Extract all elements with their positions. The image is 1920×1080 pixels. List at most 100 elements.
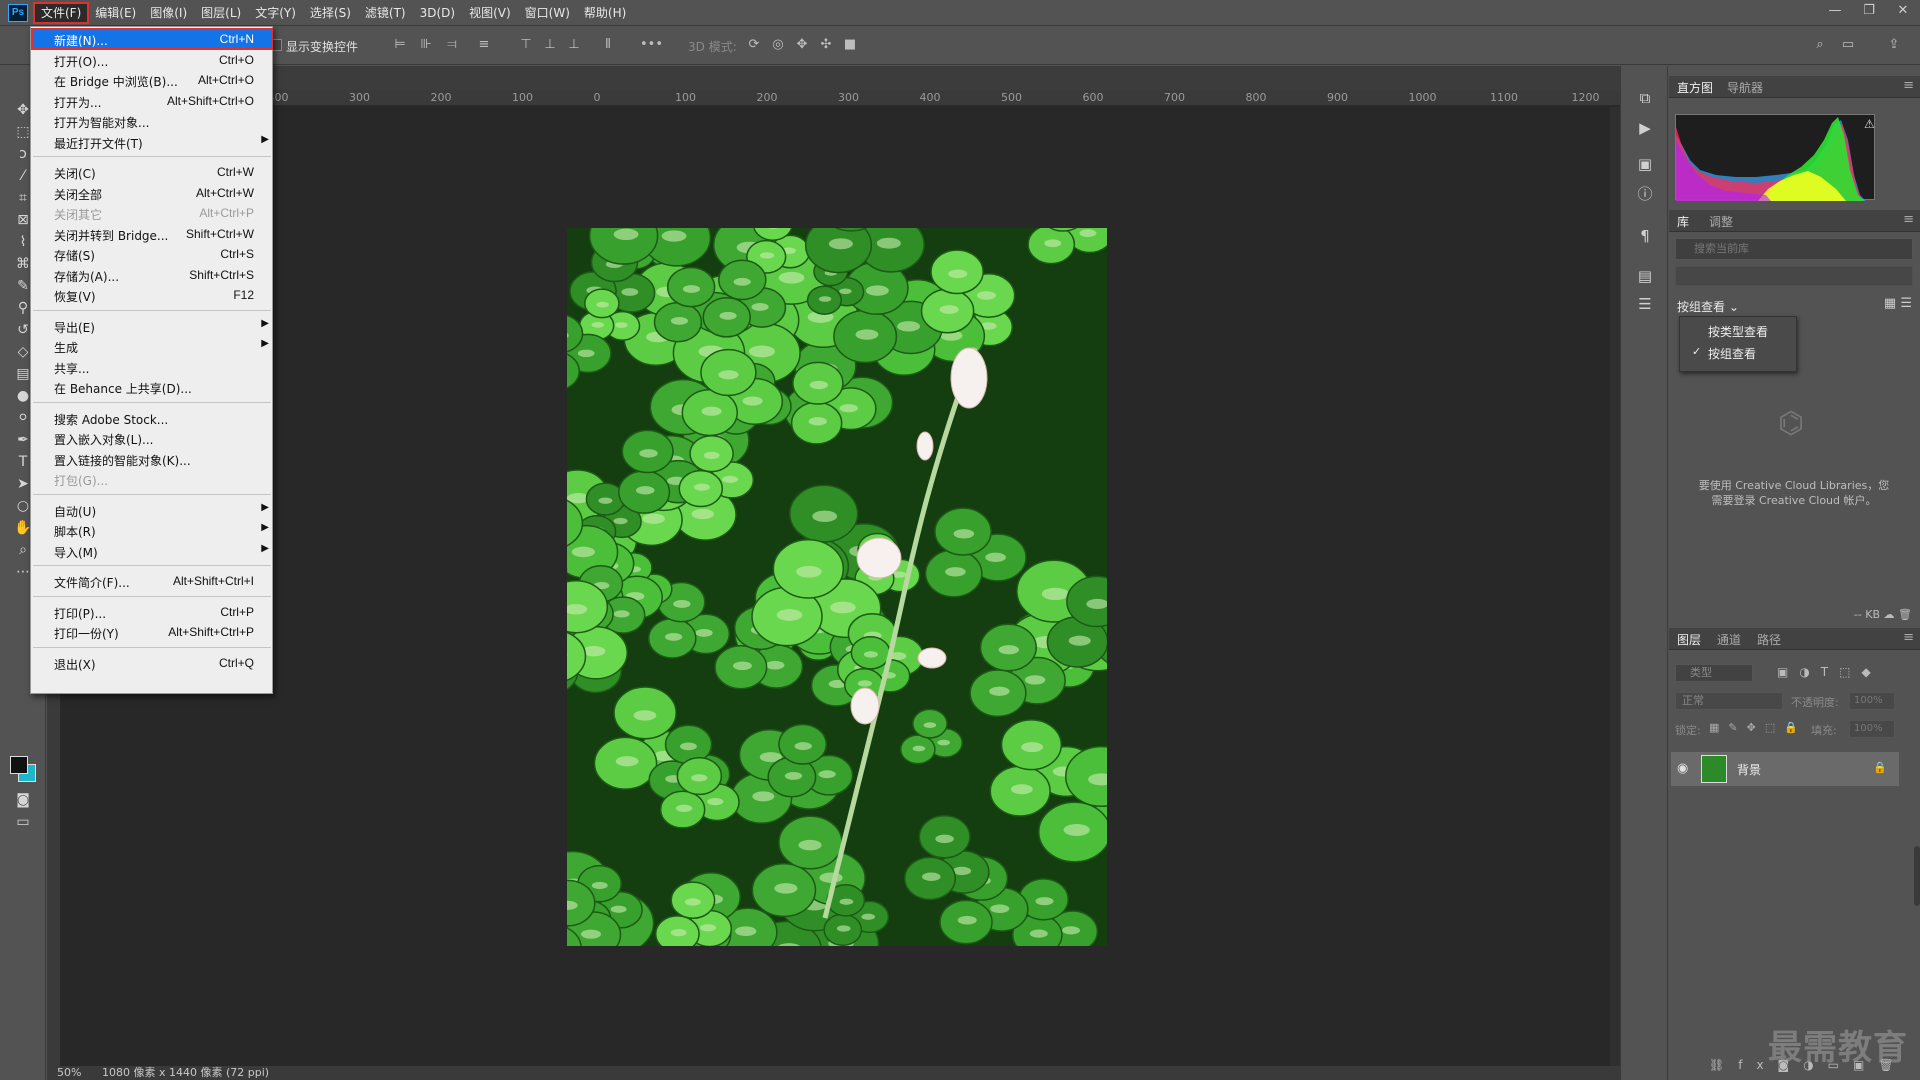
file-menu-item[interactable]: 恢复(V) F12 [32,285,272,305]
distribute-icon[interactable]: ≡ [476,37,492,53]
menu-help[interactable]: 帮助(H) [577,3,633,23]
3d-pan-icon[interactable]: ✥ [794,37,810,53]
tab-histogram[interactable]: 直方图 [1677,79,1713,96]
file-menu-item[interactable]: 在 Behance 上共享(D)... [32,377,272,397]
character-icon[interactable]: ¶ [1635,226,1655,246]
more-options-icon[interactable]: ••• [640,37,663,53]
file-menu-item[interactable]: 存储为(A)... Shift+Ctrl+S [32,265,272,285]
menu-3d[interactable]: 3D(D) [413,3,462,23]
menu-filter[interactable]: 滤镜(T) [358,3,413,23]
tab-libraries[interactable]: 库 [1677,213,1689,230]
align-center-icon[interactable]: ⊪ [418,37,434,53]
align-middle-icon[interactable]: ⊥ [542,37,558,53]
menu-file[interactable]: 文件(F) [32,1,90,24]
foreground-color-swatch[interactable] [10,756,28,774]
fill-input[interactable]: 100% [1849,720,1895,738]
cache-warning-icon[interactable]: ⚠ [1864,117,1875,131]
close-button[interactable]: ✕ [1886,0,1920,22]
tab-adjustments[interactable]: 调整 [1709,213,1733,230]
file-menu-item[interactable]: 置入链接的智能对象(K)... [32,449,272,469]
menu-window[interactable]: 窗口(W) [518,3,577,23]
file-menu-item[interactable]: 文件简介(F)... Alt+Shift+Ctrl+I [32,571,272,591]
document-image[interactable] [567,228,1107,946]
file-menu-item[interactable]: 打开为智能对象... [32,111,272,131]
menu-image[interactable]: 图像(I) [143,3,194,23]
search-icon[interactable]: ⌕ [1812,37,1828,53]
panel-menu-icon[interactable]: ≡ [1903,212,1914,227]
tab-paths[interactable]: 路径 [1757,631,1781,648]
3d-camera-icon[interactable]: ■ [842,37,858,53]
file-menu-item[interactable]: 关闭(C) Ctrl+W [32,162,272,182]
panel-menu-icon[interactable]: ≡ [1903,630,1914,645]
file-menu-item[interactable]: 自动(U) ▶ [32,500,272,520]
align-left-icon[interactable]: ⊨ [392,37,408,53]
align-top-icon[interactable]: ⊤ [518,37,534,53]
file-menu-item[interactable]: 打印(P)... Ctrl+P [32,602,272,622]
tab-channels[interactable]: 通道 [1717,631,1741,648]
layer-filter-select[interactable]: 类型 [1675,664,1753,682]
menu-type[interactable]: 文字(Y) [248,3,303,23]
vertical-scrollbar[interactable] [1610,107,1620,1070]
file-menu-item[interactable]: 生成 ▶ [32,336,272,356]
file-menu-item[interactable]: 退出(X) Ctrl+Q [32,653,272,673]
info-icon[interactable]: ⓘ [1635,184,1655,204]
lock-icons[interactable]: ▦✎✥⬚🔒 [1709,721,1807,734]
file-menu-item[interactable]: 导出(E) ▶ [32,316,272,336]
file-menu-item[interactable]: 置入嵌入对象(L)... [32,428,272,448]
file-menu-item[interactable]: 打开(O)... Ctrl+O [32,50,272,70]
zoom-level[interactable]: 50% [57,1066,81,1080]
visibility-eye-icon[interactable]: ◉ [1677,761,1688,776]
3d-roll-icon[interactable]: ◎ [770,37,786,53]
layer-filter-icons[interactable]: ▣◑T⬚◆ [1777,665,1882,679]
panel-scrollbar[interactable] [1914,846,1920,906]
document-info[interactable]: 1080 像素 x 1440 像素 (72 ppi) [102,1066,269,1080]
paragraph-icon[interactable]: ☰ [1635,294,1655,314]
trash-icon[interactable]: 🗑 [1898,608,1912,621]
panel-menu-icon[interactable]: ≡ [1903,78,1914,93]
align-bottom-icon[interactable]: ⊥ [566,37,582,53]
quick-mask-icon[interactable]: ◙ [12,790,34,810]
file-menu-item[interactable]: 关闭并转到 Bridge... Shift+Ctrl+W [32,224,272,244]
menu-select[interactable]: 选择(S) [303,3,358,23]
share-icon[interactable]: ⇪ [1886,37,1902,53]
maximize-button[interactable]: ❐ [1852,0,1886,22]
file-menu-item[interactable]: 关闭全部 Alt+Ctrl+W [32,183,272,203]
menu-layer[interactable]: 图层(L) [194,3,248,23]
file-menu-item[interactable]: 在 Bridge 中浏览(B)... Alt+Ctrl+O [32,70,272,90]
properties-icon[interactable]: ▣ [1635,154,1655,174]
library-select[interactable] [1675,266,1913,286]
tab-layers[interactable]: 图层 [1677,631,1701,648]
menu-edit[interactable]: 编辑(E) [88,3,143,23]
menu-view[interactable]: 视图(V) [462,3,518,23]
3d-orbit-icon[interactable]: ⟳ [746,37,762,53]
file-menu-item[interactable]: 打开为... Alt+Shift+Ctrl+O [32,91,272,111]
cloud-sync-icon[interactable]: ☁ [1884,608,1899,621]
workspace-icon[interactable]: ▭ [1840,37,1856,53]
tab-navigator[interactable]: 导航器 [1727,79,1763,96]
view-by-type-option[interactable]: 按类型查看 [1708,323,1768,340]
layer-lock-icon[interactable]: 🔒 [1873,761,1887,774]
library-search-input[interactable]: 搜索当前库 [1675,238,1913,260]
opacity-input[interactable]: 100% [1849,692,1895,710]
file-menu-item[interactable]: 共享... [32,357,272,377]
file-menu-item[interactable]: 存储(S) Ctrl+S [32,244,272,264]
minimize-button[interactable]: — [1818,0,1852,22]
align-right-icon[interactable]: ⫤ [444,37,460,53]
file-menu-item[interactable]: 导入(M) ▶ [32,541,272,561]
view-mode-icons[interactable]: ▦ ☰ [1884,296,1912,311]
file-menu-item[interactable]: 搜索 Adobe Stock... [32,408,272,428]
blend-mode-select[interactable]: 正常 [1675,692,1783,710]
view-by-group-option[interactable]: 按组查看 [1708,345,1756,362]
file-menu-item[interactable]: 新建(N)... Ctrl+N [31,28,273,50]
file-menu-item[interactable]: 脚本(R) ▶ [32,520,272,540]
view-by-group-dropdown[interactable]: 按组查看 ⌄ [1677,298,1739,315]
actions-play-icon[interactable]: ▶ [1635,118,1655,138]
screen-mode-icon[interactable]: ▭ [12,812,34,832]
file-menu-item[interactable]: 最近打开文件(T) ▶ [32,132,272,152]
swatches-icon[interactable]: ▤ [1635,266,1655,286]
history-icon[interactable]: ⧉ [1635,88,1655,108]
file-menu-item[interactable]: 打印一份(Y) Alt+Shift+Ctrl+P [32,622,272,642]
layer-row-background[interactable]: ◉ 背景 🔒 [1671,752,1899,786]
distribute-vertical-icon[interactable]: ⦀ [600,37,616,53]
3d-slide-icon[interactable]: ✣ [818,37,834,53]
